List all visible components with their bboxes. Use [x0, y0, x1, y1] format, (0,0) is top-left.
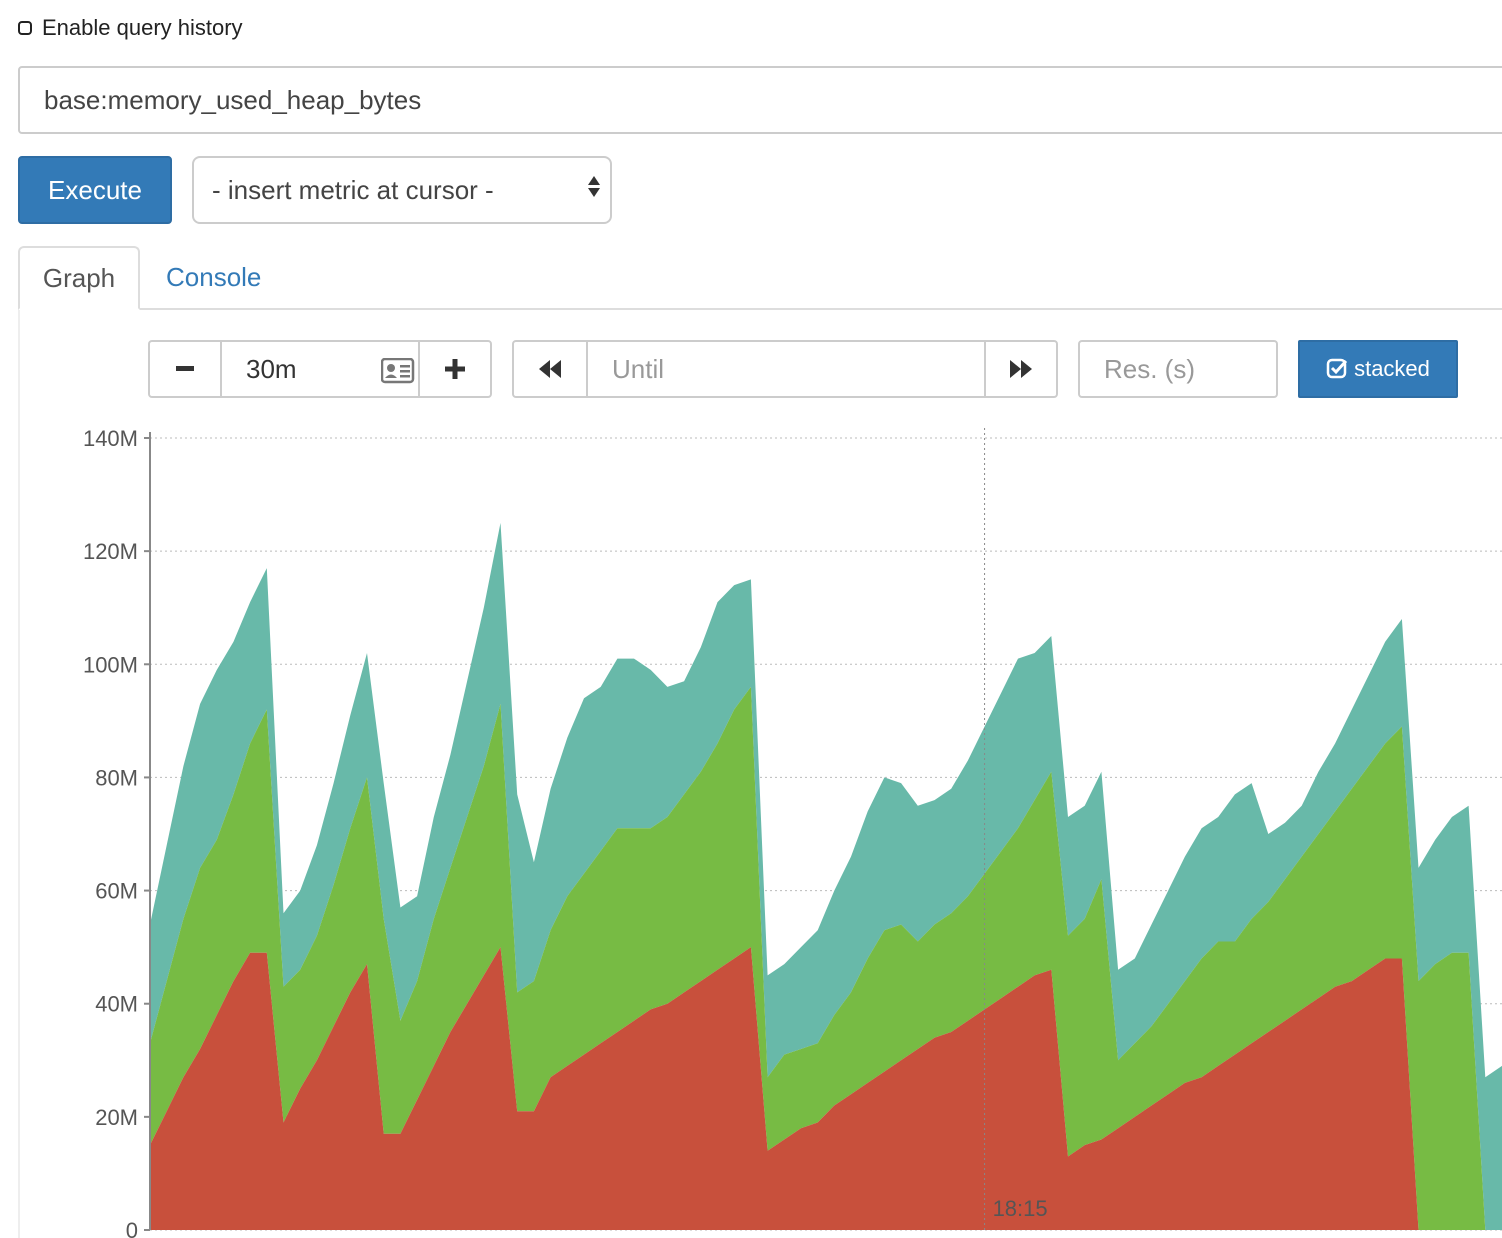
y-tick-label-0: 0	[126, 1218, 138, 1238]
y-tick-label-1: 20M	[95, 1105, 138, 1130]
y-tick-label-3: 60M	[95, 879, 138, 904]
heap-memory-chart: 18:15 0 20M 40M 60M 80M 100M 120M 140M	[83, 426, 1502, 1238]
y-tick-label-4: 80M	[95, 765, 138, 790]
x-tick-label: 18:15	[993, 1196, 1048, 1221]
y-tick-label-7: 140M	[83, 426, 138, 451]
y-tick-label-2: 40M	[95, 992, 138, 1017]
y-tick-label-6: 120M	[83, 539, 138, 564]
y-tick-label-5: 100M	[83, 652, 138, 677]
